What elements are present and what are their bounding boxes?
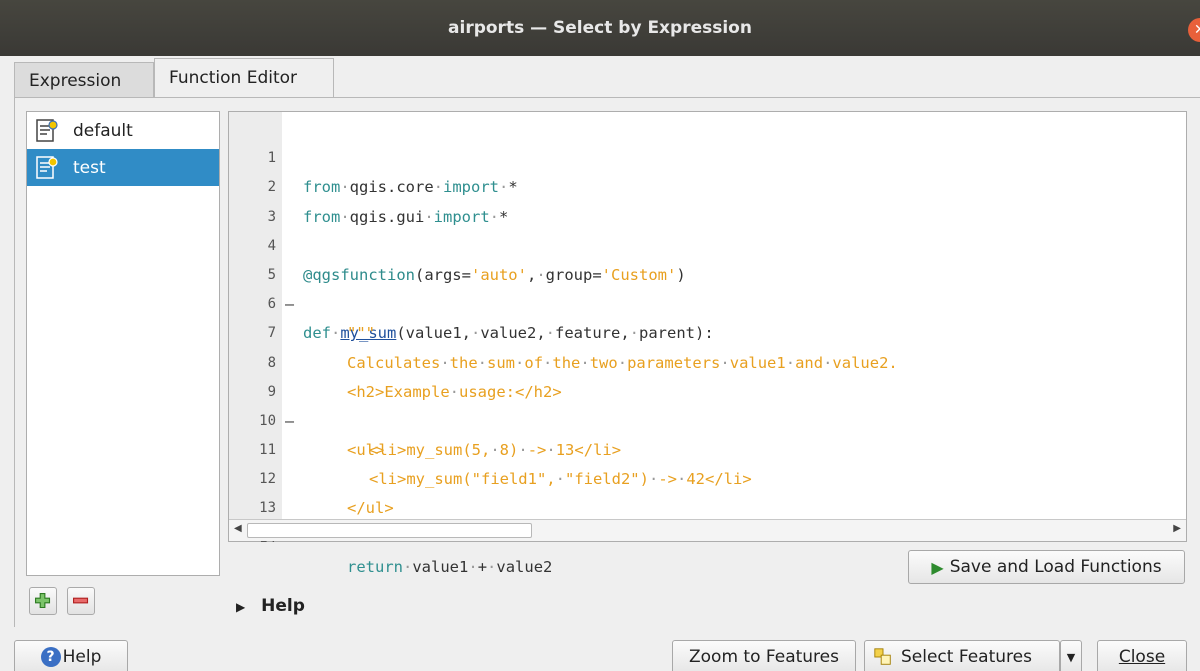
function-file-default[interactable]: default bbox=[27, 112, 219, 149]
select-features-icon bbox=[874, 648, 891, 665]
horizontal-scrollbar[interactable]: ◀ ▶ bbox=[229, 519, 1186, 541]
help-section-toggle[interactable]: ▶ Help bbox=[236, 596, 305, 616]
code-line: 10 <li>my_sum(5,·8)·->·13</li> bbox=[229, 378, 1187, 459]
add-function-file-button[interactable] bbox=[29, 587, 57, 615]
plus-icon bbox=[35, 593, 51, 609]
code-text: return·value1·+·value2 bbox=[347, 557, 553, 576]
select-features-button[interactable]: Select Features bbox=[864, 640, 1060, 671]
code-line: 13 """ bbox=[229, 465, 1187, 546]
window-title: airports — Select by Expression bbox=[448, 18, 752, 38]
play-icon: ▶ bbox=[931, 557, 944, 577]
window-close-icon[interactable]: ✕ bbox=[1188, 18, 1200, 42]
scroll-left-icon[interactable]: ◀ bbox=[234, 523, 242, 534]
remove-function-file-button[interactable] bbox=[67, 587, 95, 615]
select-features-label: Select Features bbox=[901, 647, 1032, 667]
code-line: 9 – <ul> bbox=[229, 349, 1187, 459]
tab-function-editor[interactable]: Function Editor bbox=[154, 58, 334, 98]
save-and-load-functions-button[interactable]: ▶ Save and Load Functions bbox=[908, 550, 1185, 584]
tab-expression-label: Expression bbox=[29, 71, 122, 91]
help-button-label: Help bbox=[62, 647, 102, 667]
code-line: 11 <li>my_sum("field1",·"field2")·->·42<… bbox=[229, 407, 1187, 488]
tab-function-editor-label: Function Editor bbox=[169, 68, 298, 88]
code-line: 1 from·qgis.core·import·* bbox=[229, 115, 1187, 196]
minus-icon bbox=[73, 597, 89, 604]
tab-expression[interactable]: Expression bbox=[14, 62, 154, 98]
code-line: 6 """ bbox=[229, 261, 1187, 342]
chevron-down-icon: ▼ bbox=[1066, 650, 1076, 664]
code-line: 2 from·qgis.gui·import·* bbox=[229, 144, 1187, 225]
zoom-to-features-label: Zoom to Features bbox=[689, 647, 839, 667]
title-bar: airports — Select by Expression ✕ bbox=[0, 0, 1200, 56]
code-line: 4 @qgsfunction(args='auto',·group='Custo… bbox=[229, 203, 1187, 284]
close-button[interactable]: Close bbox=[1097, 640, 1187, 671]
code-line: 8 <h2>Example·usage:</h2> bbox=[229, 319, 1187, 401]
zoom-to-features-button[interactable]: Zoom to Features bbox=[672, 640, 856, 671]
function-file-label: test bbox=[73, 157, 106, 178]
save-and-load-label: Save and Load Functions bbox=[949, 557, 1162, 577]
code-editor[interactable]: 1 from·qgis.core·import·* 2 from·qgis.gu… bbox=[228, 111, 1187, 576]
python-file-icon bbox=[36, 155, 58, 179]
scrollbar-thumb[interactable] bbox=[247, 523, 532, 538]
code-line: 3 bbox=[229, 173, 1187, 225]
scroll-right-icon[interactable]: ▶ bbox=[1173, 523, 1181, 534]
python-file-icon bbox=[36, 118, 58, 142]
help-button[interactable]: ? Help bbox=[14, 640, 128, 671]
function-file-test[interactable]: test bbox=[27, 149, 219, 186]
expand-triangle-icon: ▶ bbox=[236, 600, 246, 614]
help-section-label: Help bbox=[261, 596, 305, 616]
code-line: 12 </ul> bbox=[229, 436, 1187, 517]
function-file-label: default bbox=[73, 120, 133, 141]
help-icon: ? bbox=[40, 647, 61, 667]
close-button-label: Close bbox=[1118, 647, 1166, 667]
code-line: 7 Calculates·the·sum·of·the·two·paramete… bbox=[229, 290, 1187, 371]
select-features-dropdown[interactable]: ▼ bbox=[1060, 640, 1082, 671]
function-file-list[interactable]: default test bbox=[26, 111, 220, 576]
code-line: 5 – def·my_sum(value1,·value2,·feature,·… bbox=[229, 232, 1187, 342]
